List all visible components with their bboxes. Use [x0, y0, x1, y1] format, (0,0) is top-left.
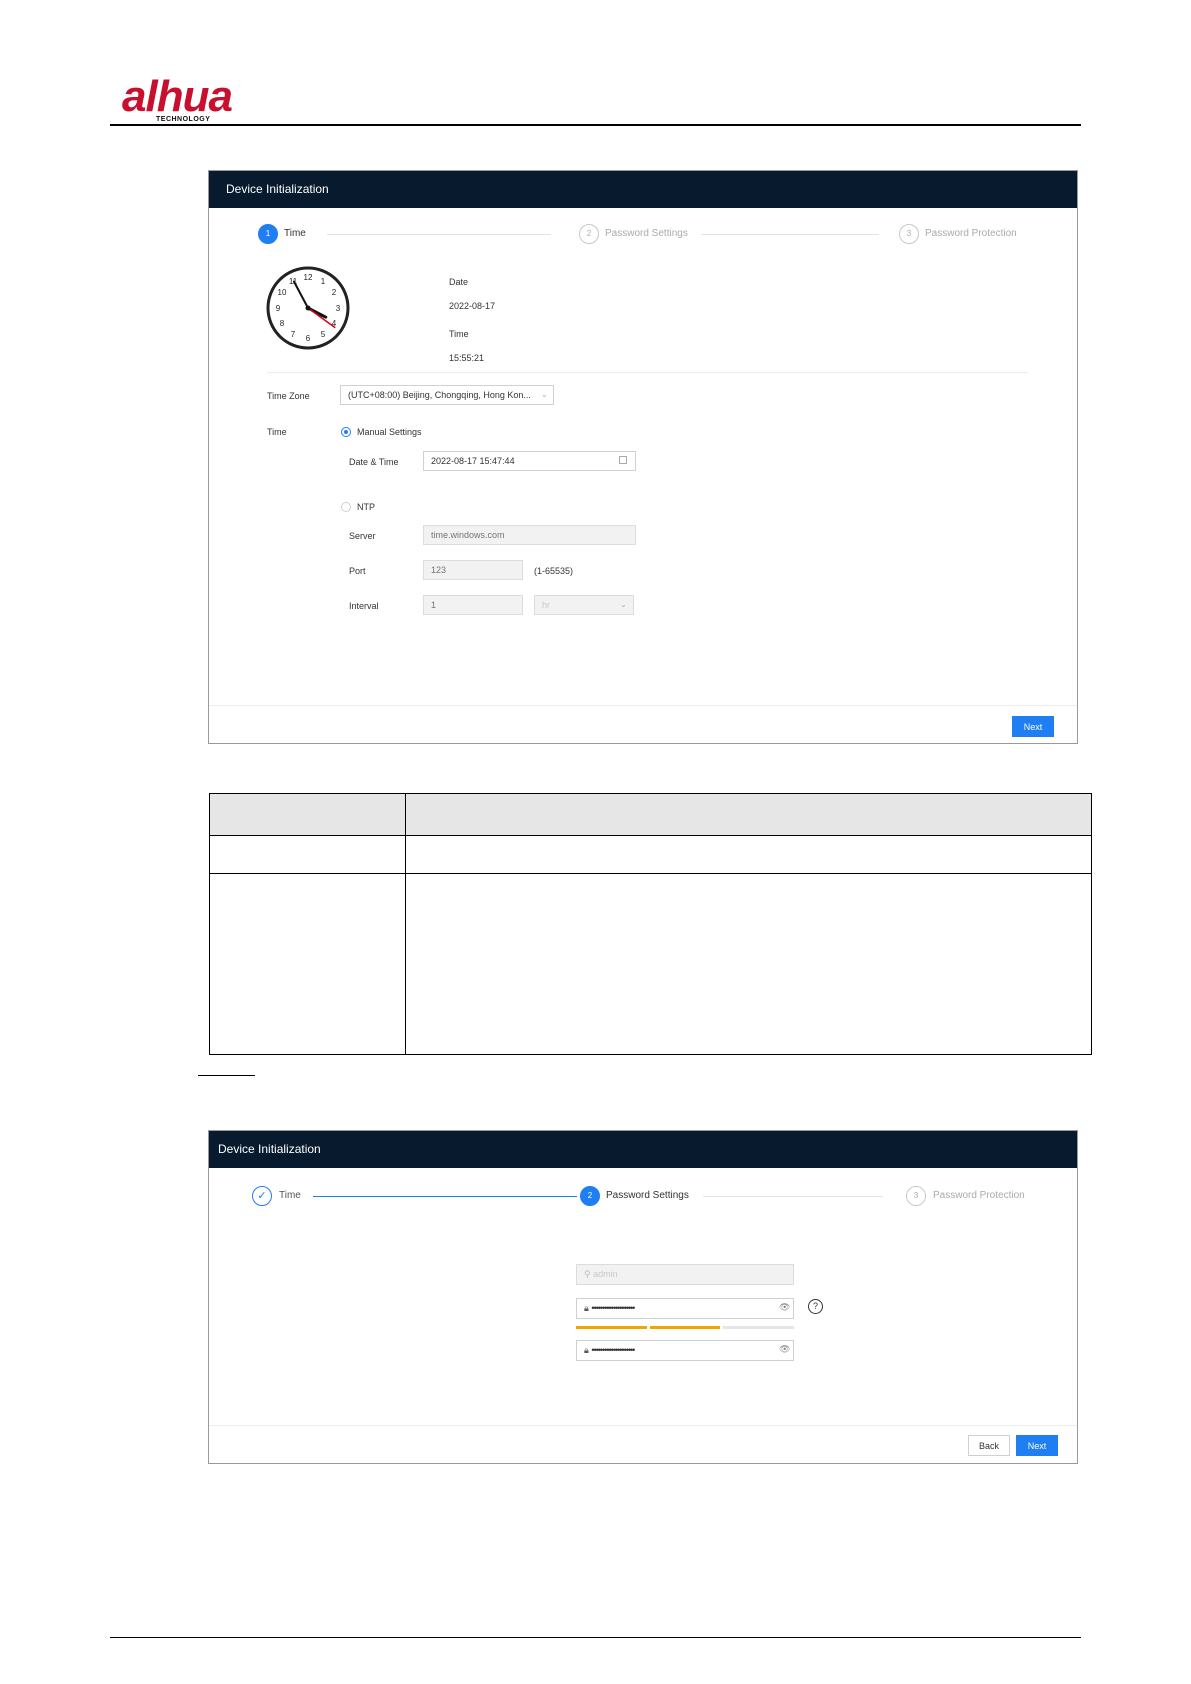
table-cell	[405, 873, 1092, 1055]
window-title: Device Initialization	[226, 182, 329, 196]
step-connector-done	[313, 1196, 577, 1197]
window-title-bar: Device Initialization	[209, 1131, 1077, 1168]
table-header-cell	[405, 793, 1092, 836]
header-rule	[110, 124, 1081, 126]
step-connector	[701, 234, 879, 235]
svg-text:8: 8	[280, 319, 285, 328]
password-strength-meter	[576, 1326, 794, 1329]
logo-subtext: TECHNOLOGY	[156, 116, 211, 123]
interval-input[interactable]	[423, 595, 523, 615]
device-init-time-screen: Device Initialization 1 Time 2 Password …	[208, 170, 1078, 744]
interval-label: Interval	[349, 601, 379, 611]
ntp-radio[interactable]	[341, 502, 351, 512]
svg-text:2: 2	[332, 288, 337, 297]
time-label: Time	[449, 329, 469, 339]
next-button[interactable]: Next	[1012, 716, 1054, 737]
parameter-table	[209, 793, 1092, 1055]
table-header-cell	[209, 793, 406, 836]
user-icon: ⚲	[584, 1269, 591, 1279]
server-label: Server	[349, 531, 376, 541]
step-2-label: Password Settings	[606, 1190, 689, 1201]
lock-icon: 🔒︎	[584, 1345, 589, 1355]
username-field[interactable]: ⚲ admin	[576, 1264, 794, 1285]
step-marker-rule	[198, 1075, 255, 1076]
date-time-value: 2022-08-17 15:47:44	[431, 456, 515, 466]
server-input[interactable]	[423, 525, 636, 545]
interval-unit-select[interactable]: hr	[534, 595, 634, 615]
table-cell	[405, 835, 1092, 874]
svg-text:9: 9	[276, 304, 281, 313]
svg-text:1: 1	[321, 277, 326, 286]
chevron-down-icon: ⌄	[620, 600, 627, 609]
manual-settings-radio[interactable]	[341, 427, 351, 437]
username-value: admin	[593, 1269, 618, 1279]
step-2-circle: 2	[579, 224, 599, 244]
table-row	[209, 835, 1092, 874]
step-1-check-icon: ✓	[252, 1186, 272, 1206]
port-range-hint: (1-65535)	[534, 566, 574, 576]
next-button[interactable]: Next	[1016, 1435, 1058, 1456]
time-mode-label: Time	[267, 427, 287, 437]
timezone-select[interactable]: (UTC+08:00) Beijing, Chongqing, Hong Kon…	[340, 385, 554, 405]
timezone-label: Time Zone	[267, 391, 310, 401]
date-label: Date	[449, 277, 469, 287]
step-3-circle: 3	[899, 224, 919, 244]
step-1-label: Time	[284, 228, 306, 239]
lock-icon: 🔒︎	[584, 1303, 589, 1313]
footer-divider	[209, 1425, 1077, 1426]
logo-text: alhua	[122, 72, 233, 121]
step-connector	[703, 1196, 883, 1197]
step-1-circle: 1	[258, 224, 278, 244]
date-value: 2022-08-17	[449, 301, 496, 311]
time-value: 15:55:21	[449, 353, 485, 363]
svg-text:6: 6	[306, 334, 311, 343]
step-2-circle: 2	[580, 1186, 600, 1206]
step-3-label: Password Protection	[925, 228, 1017, 239]
calendar-icon	[619, 456, 627, 464]
section-divider	[267, 372, 1028, 373]
show-password-eye-icon[interactable]: 👁︎	[779, 1302, 790, 1313]
svg-text:10: 10	[278, 288, 287, 297]
help-icon[interactable]: ?	[808, 1299, 823, 1314]
device-init-password-screen: Device Initialization ✓ Time 2 Password …	[208, 1130, 1078, 1464]
timezone-value: (UTC+08:00) Beijing, Chongqing, Hong Kon…	[348, 390, 531, 400]
footer-rule	[110, 1637, 1081, 1638]
footer-divider	[209, 705, 1077, 706]
dahua-logo: alhua TECHNOLOGY	[122, 72, 233, 123]
date-time-input[interactable]: 2022-08-17 15:47:44	[423, 451, 636, 471]
strength-gap	[720, 1326, 723, 1329]
step-connector	[327, 234, 551, 235]
step-1-label: Time	[279, 1190, 301, 1201]
step-3-circle: 3	[906, 1186, 926, 1206]
table-row	[209, 873, 1092, 1055]
step-2-label: Password Settings	[605, 228, 688, 239]
show-password-eye-icon[interactable]: 👁︎	[779, 1344, 790, 1355]
interval-unit-value: hr	[542, 600, 551, 610]
svg-text:3: 3	[336, 304, 341, 313]
port-label: Port	[349, 566, 366, 576]
port-input[interactable]	[423, 560, 523, 580]
strength-gap	[647, 1326, 650, 1329]
confirm-password-mask: ••••••••••••••••••••	[591, 1345, 635, 1355]
back-button[interactable]: Back	[968, 1435, 1010, 1456]
table-header-row	[209, 793, 1092, 836]
password-field[interactable]: 🔒︎ ••••••••••••••••••••	[576, 1298, 794, 1319]
step-3-label: Password Protection	[933, 1190, 1025, 1201]
password-mask: ••••••••••••••••••••	[591, 1303, 635, 1313]
window-title: Device Initialization	[218, 1142, 321, 1156]
svg-text:12: 12	[304, 273, 313, 282]
confirm-password-field[interactable]: 🔒︎ ••••••••••••••••••••	[576, 1340, 794, 1361]
svg-text:5: 5	[321, 330, 326, 339]
table-cell	[209, 835, 406, 874]
ntp-label: NTP	[357, 502, 375, 512]
svg-text:7: 7	[291, 330, 296, 339]
manual-settings-label: Manual Settings	[357, 427, 422, 437]
analog-clock: 12 12 345 678 91011	[266, 266, 350, 350]
table-cell	[209, 873, 406, 1055]
chevron-down-icon: ⌄	[541, 390, 548, 399]
date-time-label: Date & Time	[349, 457, 399, 467]
window-title-bar: Device Initialization	[209, 171, 1077, 208]
